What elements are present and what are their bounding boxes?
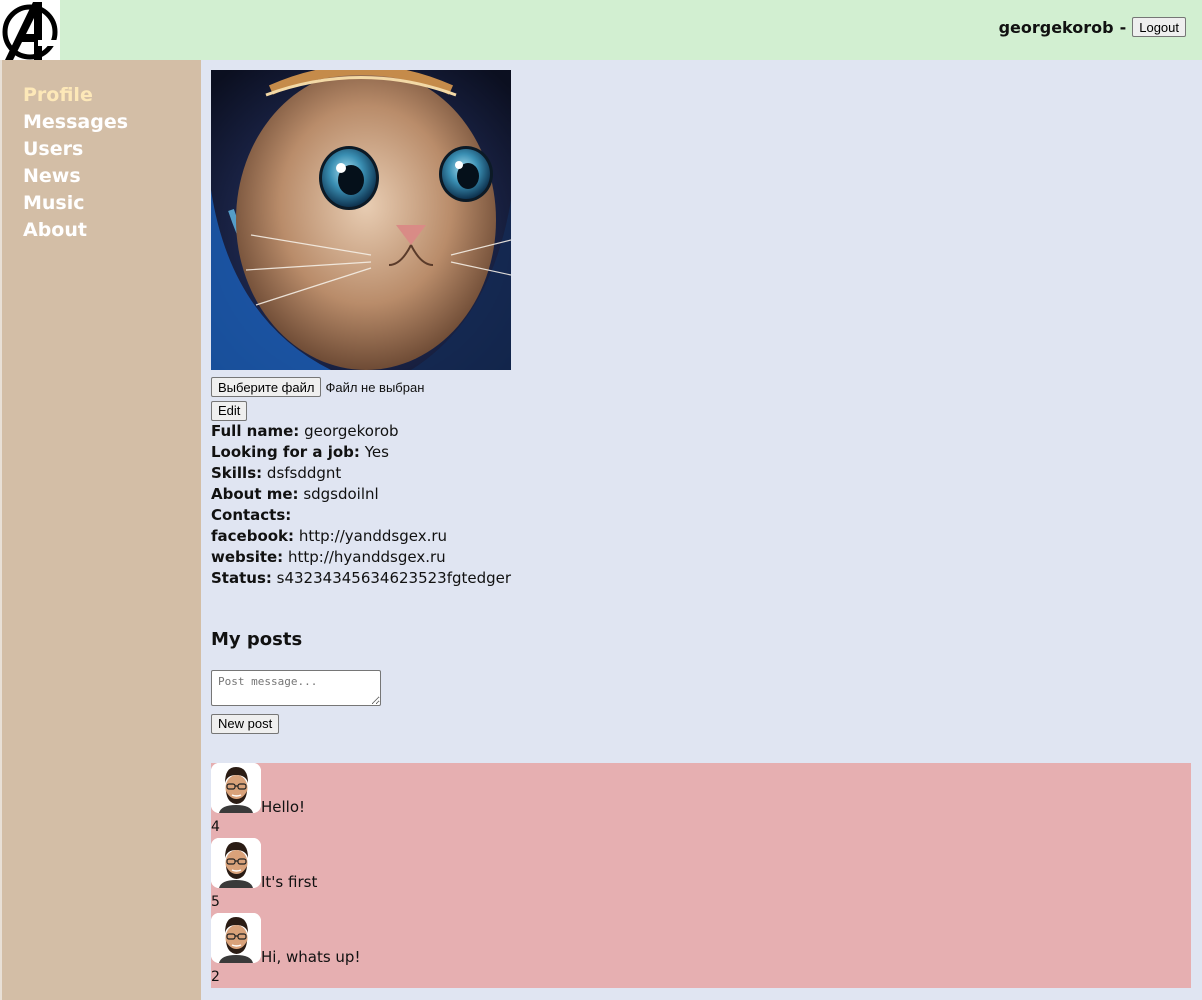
field-value: http://hyanddsgex.ru bbox=[287, 548, 446, 566]
profile-photo bbox=[211, 70, 511, 370]
field-label: Full name: bbox=[211, 422, 300, 440]
profile-field-about-me: About me: sdgsdoilnl bbox=[211, 484, 511, 505]
posts-title: My posts bbox=[211, 629, 303, 650]
profile-field-facebook: facebook: http://yanddsgex.ru bbox=[211, 526, 511, 547]
logout-button[interactable]: Logout bbox=[1132, 17, 1186, 37]
nav-item-about[interactable]: About bbox=[23, 217, 128, 244]
field-value: sdgsdoilnl bbox=[303, 485, 379, 503]
profile-field-website: website: http://hyanddsgex.ru bbox=[211, 547, 511, 568]
profile-field-contacts: Contacts: bbox=[211, 505, 511, 526]
post-message: It's first bbox=[261, 873, 318, 891]
nav-item-news[interactable]: News bbox=[23, 163, 128, 190]
astronaut-cat-image bbox=[211, 70, 511, 370]
profile-field-status: Status: s43234345634623523fgtedger bbox=[211, 568, 511, 589]
post-message-input[interactable] bbox=[211, 670, 381, 706]
nav-item-profile[interactable]: Profile bbox=[23, 82, 128, 109]
post-avatar bbox=[211, 763, 261, 813]
profile-field-skills: Skills: dsfsddgnt bbox=[211, 463, 511, 484]
field-label: Contacts: bbox=[211, 506, 292, 524]
post-likes-count: 2 bbox=[211, 969, 220, 985]
edit-profile-button[interactable]: Edit bbox=[211, 400, 248, 421]
field-label: facebook: bbox=[211, 527, 295, 545]
login-block: georgekorob - Logout bbox=[999, 16, 1186, 38]
field-label: website: bbox=[211, 548, 284, 566]
field-value: Yes bbox=[364, 443, 389, 461]
field-value: dsfsddgnt bbox=[266, 464, 342, 482]
post-item: It's first 5 bbox=[211, 838, 611, 913]
post-message: Hello! bbox=[261, 798, 306, 816]
username-separator: - bbox=[1119, 17, 1127, 37]
header: georgekorob - Logout bbox=[0, 0, 1202, 60]
post-message: Hi, whats up! bbox=[261, 948, 361, 966]
post-avatar bbox=[211, 838, 261, 888]
field-value[interactable]: s43234345634623523fgtedger bbox=[277, 569, 511, 587]
post-item: Hello! 4 bbox=[211, 763, 611, 838]
post-avatar bbox=[211, 913, 261, 963]
profile-info: Full name: georgekorob Looking for a job… bbox=[211, 421, 511, 589]
username: georgekorob bbox=[998, 17, 1114, 37]
post-item: Hi, whats up! 2 bbox=[211, 913, 611, 988]
nav-item-music[interactable]: Music bbox=[23, 190, 128, 217]
nav-item-users[interactable]: Users bbox=[23, 136, 128, 163]
field-value: georgekorob bbox=[304, 422, 399, 440]
post-likes-count: 4 bbox=[211, 819, 220, 835]
post-likes-count: 5 bbox=[211, 894, 220, 910]
choose-file-button[interactable]: Выберите файл bbox=[211, 377, 322, 397]
field-label: About me: bbox=[211, 485, 299, 503]
profile-field-full-name: Full name: georgekorob bbox=[211, 421, 511, 442]
avengers-logo-icon bbox=[2, 2, 58, 60]
nav-item-messages[interactable]: Messages bbox=[23, 109, 128, 136]
nav-menu: Profile Messages Users News Music About bbox=[23, 82, 128, 244]
main-content: Выберите файл Файл не выбран Edit Full n… bbox=[201, 60, 1202, 1000]
profile-field-looking-for-job: Looking for a job: Yes bbox=[211, 442, 511, 463]
avatar-icon bbox=[211, 913, 261, 963]
avatar-icon bbox=[211, 838, 261, 888]
field-label: Skills: bbox=[211, 464, 263, 482]
new-post-button[interactable]: New post bbox=[211, 713, 280, 734]
photo-upload: Выберите файл Файл не выбран bbox=[211, 377, 424, 397]
field-label: Looking for a job: bbox=[211, 443, 360, 461]
sidebar: Profile Messages Users News Music About bbox=[0, 60, 201, 1000]
file-status: Файл не выбран bbox=[325, 379, 425, 395]
field-label: Status: bbox=[211, 569, 272, 587]
avengers-logo[interactable] bbox=[0, 0, 60, 60]
field-value: http://yanddsgex.ru bbox=[298, 527, 448, 545]
avatar-icon bbox=[211, 763, 261, 813]
posts-list: Hello! 4 It's first 5 Hi, whats up! 2 bbox=[211, 763, 1191, 988]
